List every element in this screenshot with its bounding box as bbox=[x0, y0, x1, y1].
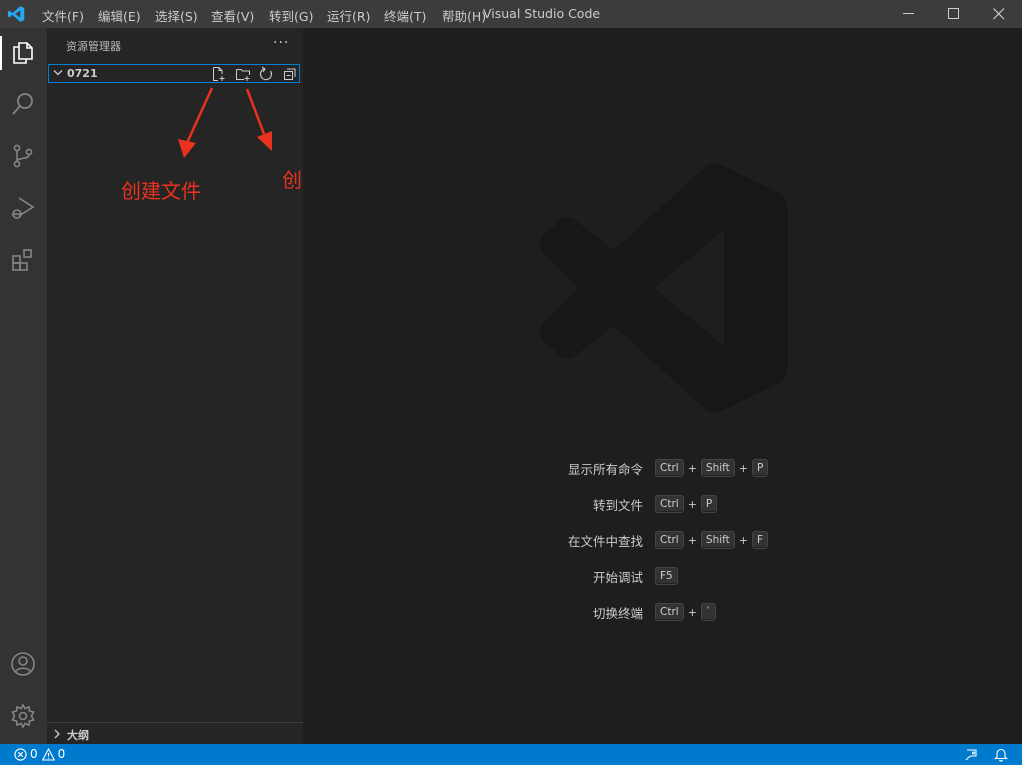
collapse-all-icon[interactable] bbox=[282, 66, 298, 82]
menu-view[interactable]: 查看(V) bbox=[211, 6, 254, 25]
error-count: 0 bbox=[30, 747, 38, 761]
window-title: Visual Studio Code bbox=[483, 6, 601, 21]
close-icon bbox=[993, 8, 1005, 20]
key-badge: P bbox=[752, 459, 769, 477]
chevron-down-icon bbox=[53, 70, 63, 76]
refresh-icon[interactable] bbox=[258, 66, 274, 82]
notifications-bell-icon[interactable] bbox=[994, 747, 1008, 762]
menu-help[interactable]: 帮助(H) bbox=[442, 6, 486, 25]
shortcut-row: 开始调试 F5 bbox=[303, 567, 1022, 585]
search-icon[interactable] bbox=[10, 91, 36, 117]
key-badge: Ctrl bbox=[655, 531, 684, 549]
minimize-icon bbox=[903, 13, 914, 14]
key-badge: Shift bbox=[700, 531, 735, 549]
shortcut-keys: Ctrl + ` bbox=[655, 603, 717, 621]
key-plus: + bbox=[687, 605, 697, 619]
files-icon[interactable] bbox=[10, 39, 36, 65]
outline-label: 大纲 bbox=[67, 729, 89, 742]
shortcut-row: 切换终端 Ctrl + ` bbox=[303, 603, 1022, 621]
outline-section-header[interactable]: 大纲 bbox=[47, 722, 303, 745]
key-badge: ` bbox=[700, 603, 717, 621]
key-plus: + bbox=[687, 461, 697, 475]
shortcut-row: 在文件中查找 Ctrl + Shift + F bbox=[303, 531, 1022, 549]
explorer-title: 资源管理器 bbox=[66, 40, 121, 53]
explorer-sidebar: 资源管理器 ··· 0721 大纲 bbox=[47, 28, 303, 744]
key-plus: + bbox=[687, 497, 697, 511]
key-badge: F bbox=[752, 531, 769, 549]
close-button[interactable] bbox=[976, 0, 1022, 28]
shortcut-label: 转到文件 bbox=[592, 498, 643, 513]
menu-terminal[interactable]: 终端(T) bbox=[384, 6, 426, 25]
title-bar: 文件(F) 编辑(E) 选择(S) 查看(V) 转到(G) 运行(R) 终端(T… bbox=[0, 0, 1022, 28]
gear-icon[interactable] bbox=[10, 703, 36, 729]
vscode-logo-icon bbox=[7, 6, 25, 22]
shortcut-row: 显示所有命令 Ctrl + Shift + P bbox=[303, 459, 1022, 477]
editor-area: 显示所有命令 Ctrl + Shift + P 转到文件 Ctrl + P 在文… bbox=[303, 28, 1022, 744]
key-badge: Ctrl bbox=[655, 603, 684, 621]
menu-file[interactable]: 文件(F) bbox=[42, 6, 84, 25]
key-plus: + bbox=[738, 461, 748, 475]
shortcut-keys: Ctrl + Shift + F bbox=[655, 531, 769, 549]
warning-count: 0 bbox=[57, 747, 66, 761]
shortcut-keys: Ctrl + P bbox=[655, 495, 718, 513]
shortcut-label: 在文件中查找 bbox=[567, 534, 643, 549]
feedback-icon[interactable] bbox=[964, 747, 979, 762]
shortcut-label: 开始调试 bbox=[592, 570, 643, 585]
account-icon[interactable] bbox=[10, 651, 36, 677]
shortcut-keys: F5 bbox=[655, 567, 678, 585]
active-indicator bbox=[0, 36, 2, 70]
status-bar: 0 0 bbox=[0, 744, 1022, 765]
annotation-create-file: 创建文件 bbox=[121, 179, 201, 203]
folder-header[interactable]: 0721 bbox=[48, 64, 300, 83]
menu-selection[interactable]: 选择(S) bbox=[155, 6, 198, 25]
key-badge: F5 bbox=[655, 567, 678, 585]
key-badge: Ctrl bbox=[655, 459, 684, 477]
extensions-icon[interactable] bbox=[10, 247, 36, 273]
maximize-button[interactable] bbox=[931, 0, 977, 28]
shortcut-label: 切换终端 bbox=[592, 606, 643, 621]
key-badge: Shift bbox=[700, 459, 735, 477]
chevron-right-icon bbox=[54, 729, 60, 739]
new-folder-icon[interactable] bbox=[235, 66, 251, 82]
folder-name: 0721 bbox=[67, 67, 98, 80]
menu-edit[interactable]: 编辑(E) bbox=[98, 6, 141, 25]
menu-run[interactable]: 运行(R) bbox=[327, 6, 370, 25]
new-file-icon[interactable] bbox=[210, 66, 226, 82]
minimize-button[interactable] bbox=[886, 0, 932, 28]
more-actions-button[interactable]: ··· bbox=[273, 35, 289, 51]
menu-go[interactable]: 转到(G) bbox=[269, 6, 313, 25]
key-badge: Ctrl bbox=[655, 495, 684, 513]
key-badge: P bbox=[700, 495, 718, 513]
shortcut-keys: Ctrl + Shift + P bbox=[655, 459, 769, 477]
vscode-watermark-icon bbox=[540, 163, 788, 413]
run-debug-icon[interactable] bbox=[10, 195, 36, 221]
shortcut-label: 显示所有命令 bbox=[567, 462, 643, 477]
problems-indicator[interactable]: 0 0 bbox=[14, 747, 65, 761]
warning-icon bbox=[41, 747, 55, 761]
key-plus: + bbox=[738, 533, 748, 547]
activity-bar bbox=[0, 28, 47, 744]
shortcut-row: 转到文件 Ctrl + P bbox=[303, 495, 1022, 513]
error-icon bbox=[14, 747, 27, 761]
key-plus: + bbox=[687, 533, 697, 547]
maximize-icon bbox=[948, 8, 959, 19]
source-control-icon[interactable] bbox=[10, 143, 36, 169]
